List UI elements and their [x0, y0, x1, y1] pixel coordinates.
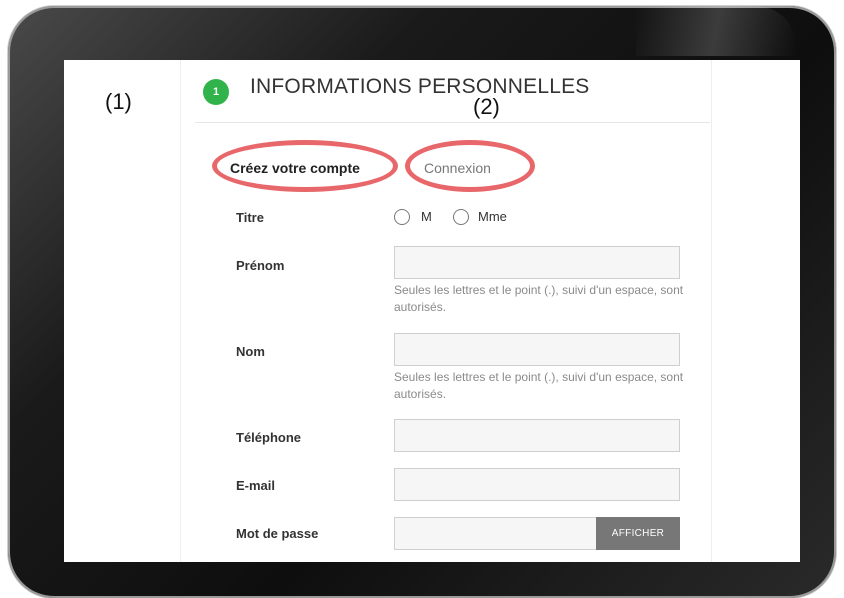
password-label: Mot de passe — [236, 526, 319, 541]
radio-m-label: M — [421, 209, 432, 224]
first-name-hint: Seules les lettres et le point (.), suiv… — [394, 283, 684, 314]
tablet-screen: 1 INFORMATIONS PERSONNELLES Créez votre … — [64, 60, 800, 562]
tablet-glare — [636, 6, 796, 56]
tablet-frame: 1 INFORMATIONS PERSONNELLES Créez votre … — [8, 6, 836, 598]
password-input[interactable] — [394, 517, 598, 550]
annotation-2: (2) — [473, 94, 500, 119]
show-password-button[interactable]: AFFICHER — [596, 517, 680, 550]
last-name-input[interactable] — [394, 333, 680, 366]
section-divider — [195, 122, 710, 123]
first-name-label: Prénom — [236, 258, 285, 273]
highlight-oval-login — [405, 140, 535, 192]
radio-m[interactable] — [394, 209, 410, 225]
email-label: E-mail — [236, 478, 276, 493]
last-name-label: Nom — [236, 344, 265, 359]
radio-mme-label: Mme — [478, 209, 507, 224]
highlight-oval-create — [212, 140, 398, 192]
phone-label: Téléphone — [236, 430, 302, 445]
last-name-hint: Seules les lettres et le point (.), suiv… — [394, 370, 684, 401]
annotation-1: (1) — [105, 89, 132, 114]
email-input[interactable] — [394, 468, 680, 501]
section-title: INFORMATIONS PERSONNELLES — [250, 75, 590, 98]
phone-input[interactable] — [394, 419, 680, 452]
title-label: Titre — [236, 210, 264, 225]
step-badge: 1 — [203, 79, 229, 105]
first-name-input[interactable] — [394, 246, 680, 279]
radio-mme[interactable] — [453, 209, 469, 225]
